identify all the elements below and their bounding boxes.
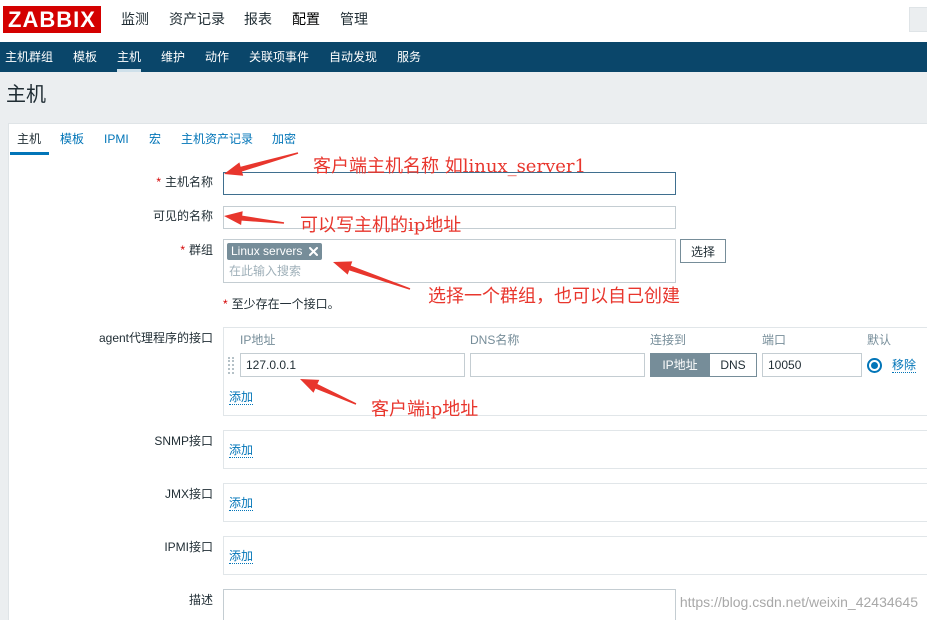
subnav-item-maintenance[interactable]: 维护: [161, 49, 185, 65]
add-jmx-interface-link[interactable]: 添加: [229, 496, 254, 511]
column-header-default: 默认: [867, 333, 892, 347]
agent-ip-input[interactable]: [240, 353, 465, 377]
agent-interfaces-label: agent代理程序的接口: [98, 331, 213, 345]
required-mark: *: [156, 175, 161, 189]
column-header-connect-to: 连接到: [650, 333, 687, 347]
annotation-visible-name: 可以写主机的ip地址: [300, 215, 462, 236]
host-name-label-text: 主机名称: [164, 175, 213, 189]
annotation-host-name: 客户端主机名称 如linux_server1: [313, 156, 586, 177]
remove-interface-link[interactable]: 移除: [892, 358, 917, 373]
description-textarea[interactable]: [223, 589, 676, 620]
page-title: 主机: [6, 84, 46, 106]
subnav-item-actions[interactable]: 动作: [205, 49, 229, 65]
ipmi-interfaces-box: [223, 536, 927, 575]
subnav-item-services[interactable]: 服务: [397, 49, 421, 65]
group-chip-linux-servers: Linux servers: [227, 243, 322, 260]
drag-handle-icon[interactable]: [228, 357, 234, 374]
tab-ipmi[interactable]: IPMI: [104, 131, 129, 147]
interface-required-note: * 至少存在一个接口。: [223, 296, 340, 312]
groups-label-text: 群组: [188, 243, 213, 257]
subnav-item-templates[interactable]: 模板: [73, 49, 97, 65]
top-menu-inventory[interactable]: 资产记录: [169, 10, 225, 28]
tab-templates[interactable]: 模板: [60, 131, 84, 147]
tab-encryption[interactable]: 加密: [272, 131, 296, 147]
jmx-interfaces-box: [223, 483, 927, 522]
connect-to-dns-toggle[interactable]: DNS: [709, 353, 757, 377]
subnav-item-discovery[interactable]: 自动发现: [329, 49, 377, 65]
subnav-item-hosts[interactable]: 主机: [117, 49, 142, 72]
top-menu-reports[interactable]: 报表: [244, 10, 272, 28]
required-mark: *: [180, 243, 185, 257]
top-menu-administration[interactable]: 管理: [340, 10, 368, 28]
ipmi-interfaces-label: IPMI接口: [164, 540, 213, 554]
column-header-ip: IP地址: [240, 333, 276, 347]
tab-host-inventory[interactable]: 主机资产记录: [181, 131, 253, 147]
top-menu-monitoring[interactable]: 监测: [121, 10, 149, 28]
snmp-interfaces-box: [223, 430, 927, 469]
description-label: 描述: [188, 593, 213, 607]
add-snmp-interface-link[interactable]: 添加: [229, 443, 254, 458]
watermark: https://blog.csdn.net/weixin_42434645: [679, 594, 918, 610]
column-header-dns: DNS名称: [470, 333, 520, 347]
jmx-interfaces-label: JMX接口: [164, 487, 213, 501]
search-input[interactable]: [909, 7, 927, 32]
subnav-item-event-correlation[interactable]: 关联项事件: [249, 49, 309, 65]
annotation-groups: 选择一个群组，也可以自己创建: [428, 286, 680, 307]
add-ipmi-interface-link[interactable]: 添加: [229, 549, 254, 564]
zabbix-logo[interactable]: ZABBIX: [3, 6, 101, 33]
group-chip-label: Linux servers: [231, 244, 303, 258]
visible-name-label: 可见的名称: [152, 209, 213, 223]
agent-port-input[interactable]: [762, 353, 862, 377]
host-name-label: * 主机名称: [156, 174, 213, 190]
tab-macros[interactable]: 宏: [149, 131, 161, 147]
subnav-item-host-groups[interactable]: 主机群组: [5, 49, 53, 65]
snmp-interfaces-label: SNMP接口: [154, 434, 213, 448]
annotation-client-ip: 客户端ip地址: [371, 399, 479, 420]
groups-label: * 群组: [180, 242, 213, 258]
interface-note-text: 至少存在一个接口。: [231, 297, 340, 311]
add-agent-interface-link[interactable]: 添加: [229, 390, 254, 405]
top-menu-configuration[interactable]: 配置: [292, 10, 320, 28]
default-interface-radio[interactable]: [867, 358, 882, 373]
tab-host[interactable]: 主机: [9, 131, 50, 155]
agent-dns-input[interactable]: [470, 353, 645, 377]
required-mark: *: [223, 297, 228, 311]
connect-to-ip-toggle[interactable]: IP地址: [650, 353, 710, 377]
close-icon[interactable]: [309, 247, 318, 256]
select-groups-button[interactable]: 选择: [680, 239, 726, 263]
groups-search-input[interactable]: [227, 262, 667, 279]
column-header-port: 端口: [762, 333, 787, 347]
